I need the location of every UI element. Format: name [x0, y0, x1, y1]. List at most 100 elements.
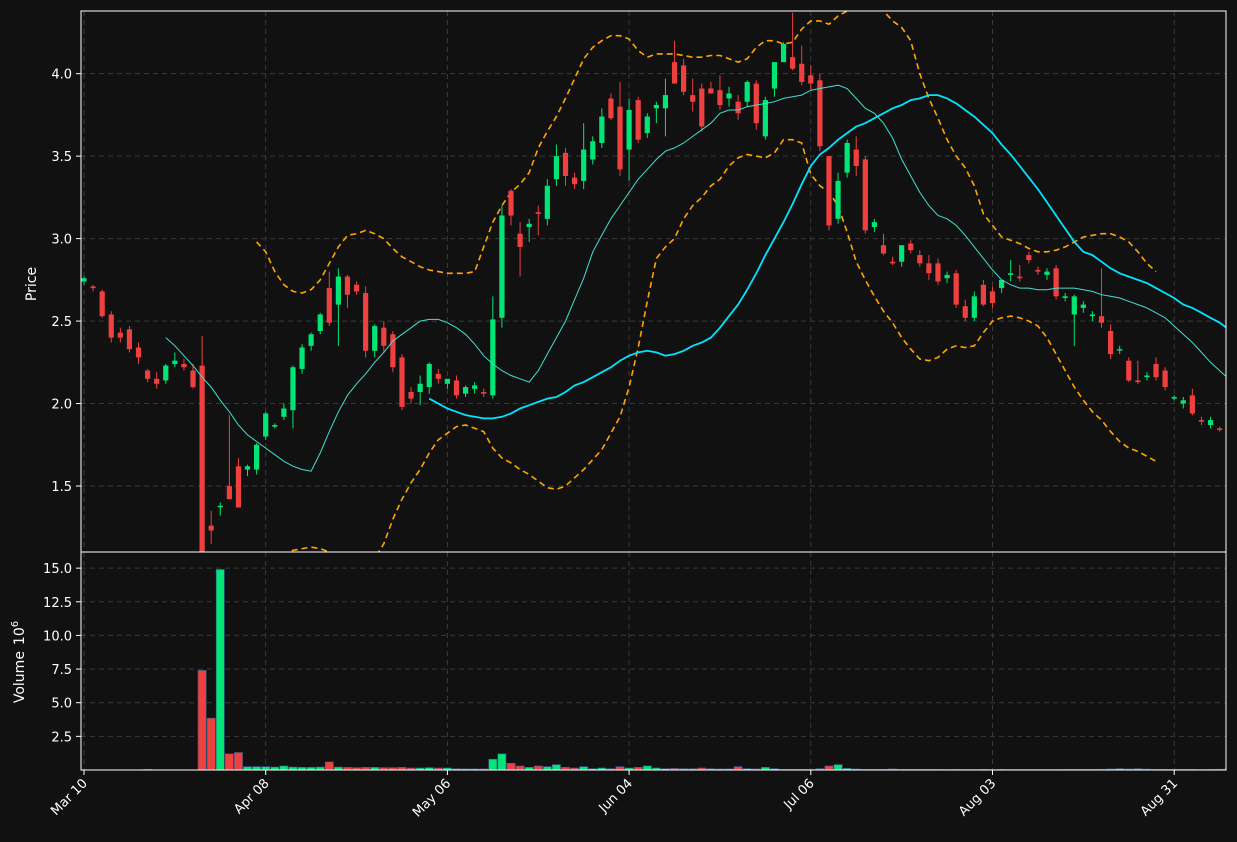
- candle-body: [453, 380, 460, 396]
- volume-bar: [579, 766, 589, 770]
- candle-body: [526, 223, 532, 228]
- candle-body: [1189, 395, 1195, 414]
- candle-body: [1108, 330, 1114, 355]
- candle-body: [717, 90, 723, 106]
- candle-body: [535, 212, 541, 214]
- candle-body: [644, 116, 650, 134]
- volume-bar: [733, 766, 743, 770]
- candle-body: [408, 392, 414, 399]
- price-y-tick-label: 3.0: [51, 233, 72, 248]
- candle-body: [517, 233, 523, 247]
- volume-bar: [215, 569, 225, 770]
- volume-axis-label-text: Volume: [12, 651, 28, 703]
- candle-body: [699, 88, 705, 127]
- candle-body: [1017, 276, 1023, 279]
- candle-body: [562, 152, 569, 176]
- candle-body: [281, 408, 287, 417]
- volume-bar: [642, 765, 652, 770]
- candle-body: [435, 373, 441, 379]
- candle-body: [190, 370, 196, 388]
- candle-body: [372, 326, 378, 351]
- volume-bar: [515, 765, 525, 770]
- candle-body: [363, 293, 369, 351]
- price-y-tick-label: 2.5: [51, 315, 72, 330]
- volume-y-tick-label: 5.0: [51, 697, 72, 712]
- candle-body: [163, 365, 169, 381]
- candle-body: [853, 149, 859, 167]
- price-axis-label: Price: [24, 267, 40, 301]
- candle-body: [608, 98, 614, 119]
- candle-body: [226, 486, 232, 500]
- volume-y-tick-label: 12.5: [43, 596, 72, 611]
- volume-bar: [824, 765, 834, 770]
- candle-body: [862, 159, 868, 231]
- volume-bar: [197, 670, 207, 770]
- volume-bar: [224, 753, 234, 770]
- candle-body: [753, 83, 759, 124]
- candle-body: [690, 95, 696, 102]
- volume-bar: [833, 764, 843, 770]
- volume-y-tick-label: 2.5: [51, 730, 72, 745]
- price-y-tick-label: 1.5: [51, 480, 72, 495]
- candle-body: [490, 319, 496, 396]
- candle-body: [90, 286, 96, 289]
- candle-body: [272, 424, 278, 427]
- candle-body: [726, 93, 732, 99]
- candle-body: [1035, 269, 1041, 272]
- candle-body: [335, 276, 341, 305]
- price-y-tick-label: 3.5: [51, 150, 72, 165]
- candle-body: [708, 88, 714, 94]
- candle-body: [1162, 370, 1168, 388]
- candle-body: [889, 261, 896, 264]
- candle-body: [744, 81, 750, 102]
- candle-body: [581, 149, 587, 181]
- candle-body: [426, 363, 432, 388]
- candle-body: [172, 360, 178, 364]
- candle-body: [208, 525, 214, 531]
- candle-body: [244, 466, 251, 470]
- candle-body: [653, 105, 659, 109]
- candle-body: [989, 291, 996, 303]
- candle-body: [835, 180, 841, 219]
- volume-y-tick-label: 10.0: [43, 629, 72, 644]
- candle-body: [344, 276, 351, 295]
- candle-body: [135, 347, 142, 358]
- candle-body: [780, 43, 787, 63]
- candle-body: [317, 314, 323, 331]
- price-y-tick-label: 4.0: [51, 68, 72, 83]
- candle-body: [444, 378, 450, 384]
- candle-body: [681, 65, 687, 92]
- candle-body: [908, 243, 914, 251]
- candle-body: [817, 80, 823, 147]
- candle-body: [980, 284, 987, 305]
- candle-body: [1008, 273, 1014, 275]
- candle-body: [481, 392, 487, 394]
- candle-body: [1153, 363, 1159, 378]
- candle-body: [308, 334, 314, 346]
- candle-body: [553, 156, 560, 180]
- volume-bar: [279, 765, 289, 770]
- candle-body: [1026, 255, 1032, 261]
- candle-body: [944, 274, 950, 279]
- candle-body: [472, 385, 478, 389]
- candle-body: [126, 329, 133, 350]
- candle-body: [1135, 380, 1141, 383]
- volume-bar: [234, 752, 243, 770]
- candle-body: [1180, 400, 1186, 404]
- candle-body: [353, 284, 360, 292]
- candle-body: [771, 62, 778, 89]
- candle-body: [735, 101, 741, 114]
- volume-bar: [506, 762, 516, 770]
- candle-body: [544, 185, 550, 219]
- candle-body: [953, 273, 959, 305]
- candle-body: [144, 370, 151, 379]
- candle-body: [1071, 296, 1077, 315]
- candle-body: [290, 367, 296, 411]
- candle-body: [790, 57, 796, 69]
- candle-body: [926, 263, 932, 274]
- candle-body: [499, 215, 505, 318]
- candle-body: [235, 466, 242, 508]
- volume-exponent-power: 6: [10, 621, 21, 627]
- volume-exponent-base: 10: [12, 627, 28, 645]
- candle-body: [199, 365, 205, 552]
